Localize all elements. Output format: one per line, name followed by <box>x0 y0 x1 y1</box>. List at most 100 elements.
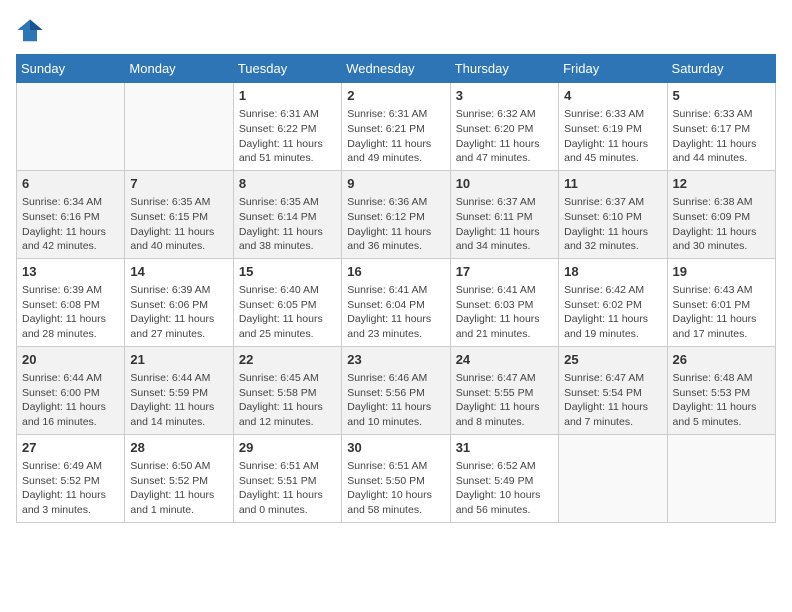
calendar-cell <box>667 434 775 522</box>
day-info: Sunrise: 6:43 AMSunset: 6:01 PMDaylight:… <box>673 283 770 342</box>
day-number: 7 <box>130 175 227 193</box>
weekday-header: Saturday <box>667 55 775 83</box>
day-info: Sunrise: 6:37 AMSunset: 6:11 PMDaylight:… <box>456 195 553 254</box>
day-info: Sunrise: 6:34 AMSunset: 6:16 PMDaylight:… <box>22 195 119 254</box>
day-number: 9 <box>347 175 444 193</box>
calendar-cell: 22Sunrise: 6:45 AMSunset: 5:58 PMDayligh… <box>233 346 341 434</box>
day-info: Sunrise: 6:47 AMSunset: 5:54 PMDaylight:… <box>564 371 661 430</box>
day-info: Sunrise: 6:44 AMSunset: 5:59 PMDaylight:… <box>130 371 227 430</box>
day-number: 29 <box>239 439 336 457</box>
calendar-cell: 3 Sunrise: 6:32 AMSunset: 6:20 PMDaylight… <box>450 83 558 171</box>
weekday-header: Sunday <box>17 55 125 83</box>
day-info: Sunrise: 6:35 AMSunset: 6:14 PMDaylight:… <box>239 195 336 254</box>
calendar-cell: 23 Sunrise: 6:46 AMSunset: 5:56 PMDayligh… <box>342 346 450 434</box>
calendar-cell <box>125 83 233 171</box>
day-number: 23 <box>347 351 444 369</box>
day-number: 28 <box>130 439 227 457</box>
calendar-table: SundayMondayTuesdayWednesdayThursdayFrid… <box>16 54 776 523</box>
calendar-cell: 6 Sunrise: 6:34 AMSunset: 6:16 PMDaylight… <box>17 170 125 258</box>
day-number: 3 <box>456 87 553 105</box>
day-info: Sunrise: 6:45 AMSunset: 5:58 PMDaylight:… <box>239 371 336 430</box>
day-number: 19 <box>673 263 770 281</box>
day-info: Sunrise: 6:37 AMSunset: 6:10 PMDaylight:… <box>564 195 661 254</box>
day-number: 18 <box>564 263 661 281</box>
day-number: 4 <box>564 87 661 105</box>
day-info: Sunrise: 6:52 AMSunset: 5:49 PMDaylight:… <box>456 459 553 518</box>
calendar-cell: 13 Sunrise: 6:39 AMSunset: 6:08 PMDayligh… <box>17 258 125 346</box>
calendar-cell: 17Sunrise: 6:41 AMSunset: 6:03 PMDayligh… <box>450 258 558 346</box>
weekday-header: Wednesday <box>342 55 450 83</box>
day-info: Sunrise: 6:49 AMSunset: 5:52 PMDaylight:… <box>22 459 119 518</box>
day-info: Sunrise: 6:46 AMSunset: 5:56 PMDaylight:… <box>347 371 444 430</box>
day-number: 17 <box>456 263 553 281</box>
day-number: 13 <box>22 263 119 281</box>
day-info: Sunrise: 6:38 AMSunset: 6:09 PMDaylight:… <box>673 195 770 254</box>
calendar-week-row: 6 Sunrise: 6:34 AMSunset: 6:16 PMDaylight… <box>17 170 776 258</box>
day-number: 12 <box>673 175 770 193</box>
calendar-header-row: SundayMondayTuesdayWednesdayThursdayFrid… <box>17 55 776 83</box>
calendar-cell: 11 Sunrise: 6:37 AMSunset: 6:10 PMDayligh… <box>559 170 667 258</box>
day-number: 5 <box>673 87 770 105</box>
weekday-header: Monday <box>125 55 233 83</box>
day-number: 6 <box>22 175 119 193</box>
calendar-cell: 28 Sunrise: 6:50 AMSunset: 5:52 PMDayligh… <box>125 434 233 522</box>
calendar-cell: 16Sunrise: 6:41 AMSunset: 6:04 PMDayligh… <box>342 258 450 346</box>
day-info: Sunrise: 6:39 AMSunset: 6:06 PMDaylight:… <box>130 283 227 342</box>
page-header <box>16 16 776 44</box>
day-info: Sunrise: 6:31 AMSunset: 6:22 PMDaylight:… <box>239 107 336 166</box>
calendar-cell: 1 Sunrise: 6:31 AMSunset: 6:22 PMDaylight… <box>233 83 341 171</box>
calendar-cell: 2Sunrise: 6:31 AMSunset: 6:21 PMDaylight… <box>342 83 450 171</box>
day-number: 26 <box>673 351 770 369</box>
calendar-cell: 26 Sunrise: 6:48 AMSunset: 5:53 PMDayligh… <box>667 346 775 434</box>
day-info: Sunrise: 6:51 AMSunset: 5:51 PMDaylight:… <box>239 459 336 518</box>
day-number: 8 <box>239 175 336 193</box>
day-number: 27 <box>22 439 119 457</box>
calendar-cell: 27 Sunrise: 6:49 AMSunset: 5:52 PMDayligh… <box>17 434 125 522</box>
calendar-week-row: 20 Sunrise: 6:44 AMSunset: 6:00 PMDayligh… <box>17 346 776 434</box>
calendar-cell: 7Sunrise: 6:35 AMSunset: 6:15 PMDaylight… <box>125 170 233 258</box>
logo-icon <box>16 16 44 44</box>
day-info: Sunrise: 6:48 AMSunset: 5:53 PMDaylight:… <box>673 371 770 430</box>
weekday-header: Friday <box>559 55 667 83</box>
calendar-cell: 31Sunrise: 6:52 AMSunset: 5:49 PMDayligh… <box>450 434 558 522</box>
day-info: Sunrise: 6:50 AMSunset: 5:52 PMDaylight:… <box>130 459 227 518</box>
logo <box>16 16 48 44</box>
day-info: Sunrise: 6:51 AMSunset: 5:50 PMDaylight:… <box>347 459 444 518</box>
calendar-cell: 8 Sunrise: 6:35 AMSunset: 6:14 PMDaylight… <box>233 170 341 258</box>
day-number: 2 <box>347 87 444 105</box>
day-info: Sunrise: 6:44 AMSunset: 6:00 PMDaylight:… <box>22 371 119 430</box>
calendar-cell: 20 Sunrise: 6:44 AMSunset: 6:00 PMDayligh… <box>17 346 125 434</box>
day-info: Sunrise: 6:47 AMSunset: 5:55 PMDaylight:… <box>456 371 553 430</box>
day-number: 11 <box>564 175 661 193</box>
day-info: Sunrise: 6:36 AMSunset: 6:12 PMDaylight:… <box>347 195 444 254</box>
calendar-cell: 19 Sunrise: 6:43 AMSunset: 6:01 PMDayligh… <box>667 258 775 346</box>
weekday-header: Tuesday <box>233 55 341 83</box>
day-number: 25 <box>564 351 661 369</box>
calendar-cell: 4 Sunrise: 6:33 AMSunset: 6:19 PMDaylight… <box>559 83 667 171</box>
day-info: Sunrise: 6:39 AMSunset: 6:08 PMDaylight:… <box>22 283 119 342</box>
calendar-cell: 5Sunrise: 6:33 AMSunset: 6:17 PMDaylight… <box>667 83 775 171</box>
calendar-cell: 30Sunrise: 6:51 AMSunset: 5:50 PMDayligh… <box>342 434 450 522</box>
calendar-cell: 10 Sunrise: 6:37 AMSunset: 6:11 PMDayligh… <box>450 170 558 258</box>
calendar-week-row: 27 Sunrise: 6:49 AMSunset: 5:52 PMDayligh… <box>17 434 776 522</box>
day-info: Sunrise: 6:32 AMSunset: 6:20 PMDaylight:… <box>456 107 553 166</box>
day-number: 14 <box>130 263 227 281</box>
calendar-cell: 15 Sunrise: 6:40 AMSunset: 6:05 PMDayligh… <box>233 258 341 346</box>
weekday-header: Thursday <box>450 55 558 83</box>
day-number: 1 <box>239 87 336 105</box>
day-info: Sunrise: 6:33 AMSunset: 6:19 PMDaylight:… <box>564 107 661 166</box>
calendar-cell: 14 Sunrise: 6:39 AMSunset: 6:06 PMDayligh… <box>125 258 233 346</box>
day-number: 10 <box>456 175 553 193</box>
calendar-cell: 24 Sunrise: 6:47 AMSunset: 5:55 PMDayligh… <box>450 346 558 434</box>
day-number: 21 <box>130 351 227 369</box>
calendar-week-row: 13 Sunrise: 6:39 AMSunset: 6:08 PMDayligh… <box>17 258 776 346</box>
calendar-week-row: 1 Sunrise: 6:31 AMSunset: 6:22 PMDaylight… <box>17 83 776 171</box>
day-number: 15 <box>239 263 336 281</box>
day-number: 20 <box>22 351 119 369</box>
day-info: Sunrise: 6:41 AMSunset: 6:04 PMDaylight:… <box>347 283 444 342</box>
calendar-cell: 29 Sunrise: 6:51 AMSunset: 5:51 PMDayligh… <box>233 434 341 522</box>
day-number: 24 <box>456 351 553 369</box>
calendar-cell: 9 Sunrise: 6:36 AMSunset: 6:12 PMDaylight… <box>342 170 450 258</box>
calendar-cell: 18Sunrise: 6:42 AMSunset: 6:02 PMDayligh… <box>559 258 667 346</box>
day-info: Sunrise: 6:40 AMSunset: 6:05 PMDaylight:… <box>239 283 336 342</box>
